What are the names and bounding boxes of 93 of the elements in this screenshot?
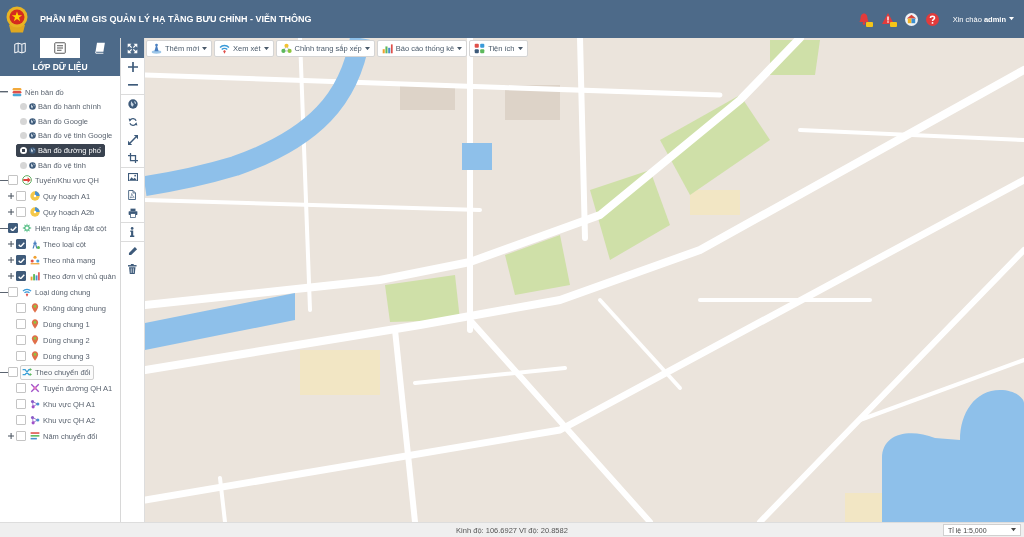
checkbox[interactable] [16, 271, 26, 282]
wifi-icon [22, 287, 32, 298]
checkbox[interactable] [8, 287, 18, 298]
emblem-icon [6, 5, 28, 33]
caret-icon [457, 46, 463, 51]
checkbox[interactable] [16, 191, 26, 202]
checkbox[interactable] [16, 207, 26, 218]
tower-icon [30, 239, 40, 250]
expand-icon[interactable] [8, 193, 14, 200]
checkbox[interactable] [16, 431, 26, 442]
map-pin-icon [30, 319, 40, 330]
check-icon [17, 241, 25, 248]
map-icon [14, 42, 26, 54]
caret-icon [263, 46, 269, 51]
expand-icon[interactable] [8, 433, 14, 440]
bar-chart-icon [381, 43, 393, 54]
globe-icon[interactable] [127, 99, 138, 109]
circles-icon [280, 43, 292, 54]
caret-icon [1011, 528, 1016, 532]
refresh-icon[interactable] [127, 117, 138, 127]
checkbox[interactable] [16, 335, 26, 346]
checkbox[interactable] [16, 239, 26, 250]
checkbox[interactable] [16, 399, 26, 410]
book-icon [94, 42, 106, 54]
collapse-icon[interactable] [0, 371, 8, 374]
radio-button[interactable] [20, 147, 27, 155]
caret-icon [202, 46, 208, 51]
dots-icon [30, 255, 40, 266]
checkbox[interactable] [16, 415, 26, 426]
sunburst-icon [22, 223, 32, 234]
shuffle-icon [22, 367, 32, 378]
checkbox[interactable] [16, 319, 26, 330]
zoom-in-icon[interactable] [127, 62, 138, 72]
checkbox[interactable] [16, 303, 26, 314]
checkbox[interactable] [16, 255, 26, 266]
check-icon [9, 225, 17, 232]
crop-icon[interactable] [127, 153, 138, 163]
expand-icon[interactable] [8, 273, 14, 280]
pie-chart-icon [30, 191, 40, 202]
map-pin-icon [30, 335, 40, 346]
radio-button[interactable] [20, 103, 27, 111]
collapse-icon[interactable] [0, 179, 8, 182]
trash-icon[interactable] [128, 264, 137, 274]
layers-icon [12, 87, 22, 97]
pie-chart-icon [30, 207, 40, 218]
fullscreen-icon [127, 42, 138, 54]
radio-button[interactable] [20, 132, 27, 140]
arrow-icon [22, 175, 32, 186]
warning-icon[interactable] [880, 11, 897, 27]
file-icon[interactable] [128, 190, 137, 200]
collapse-icon[interactable] [0, 227, 8, 230]
check-icon [17, 273, 25, 280]
lines-icon [30, 431, 40, 442]
tower-icon [151, 43, 162, 54]
panel-heading: LỚP DỮ LIỆU [0, 58, 120, 76]
caret-icon [517, 46, 523, 51]
expand-icon[interactable] [8, 241, 14, 248]
globe-icon [29, 117, 36, 125]
checkbox[interactable] [16, 383, 26, 394]
checkbox[interactable] [8, 175, 18, 186]
radio-button[interactable] [20, 117, 27, 125]
pencil-icon[interactable] [127, 246, 138, 256]
checkbox[interactable] [8, 367, 18, 378]
map-pin-icon [30, 351, 40, 362]
app-title: PHẦN MỀM GIS QUẢN LÝ HẠ TẦNG BƯU CHÍNH - VIỄN THÔNG [40, 14, 312, 24]
map-pin-icon [30, 303, 40, 314]
expand-icon[interactable] [8, 209, 14, 216]
cross-icon [30, 383, 40, 394]
resize-icon[interactable] [127, 135, 138, 145]
checkbox[interactable] [16, 351, 26, 362]
image-icon[interactable] [127, 172, 138, 182]
info-icon[interactable] [130, 227, 135, 237]
printer-icon[interactable] [127, 208, 138, 218]
house-icon[interactable] [904, 12, 918, 26]
collapse-icon[interactable] [0, 291, 8, 294]
globe-icon [29, 103, 36, 111]
caret-icon [1009, 17, 1014, 21]
globe-icon [29, 147, 36, 155]
help-icon[interactable] [925, 12, 939, 26]
wifi-icon [219, 43, 231, 54]
check-icon [17, 257, 25, 264]
nodes-icon [30, 415, 40, 426]
globe-icon [29, 161, 36, 169]
expand-icon[interactable] [8, 257, 14, 264]
caret-icon [364, 46, 370, 51]
apps-icon [474, 43, 486, 54]
list-icon [54, 42, 66, 54]
globe-icon [29, 132, 36, 140]
checkbox[interactable] [8, 223, 18, 234]
radio-button[interactable] [20, 161, 27, 169]
nodes-icon [30, 399, 40, 410]
bar-chart-icon [30, 271, 40, 282]
fullscreen-button[interactable] [121, 38, 144, 58]
